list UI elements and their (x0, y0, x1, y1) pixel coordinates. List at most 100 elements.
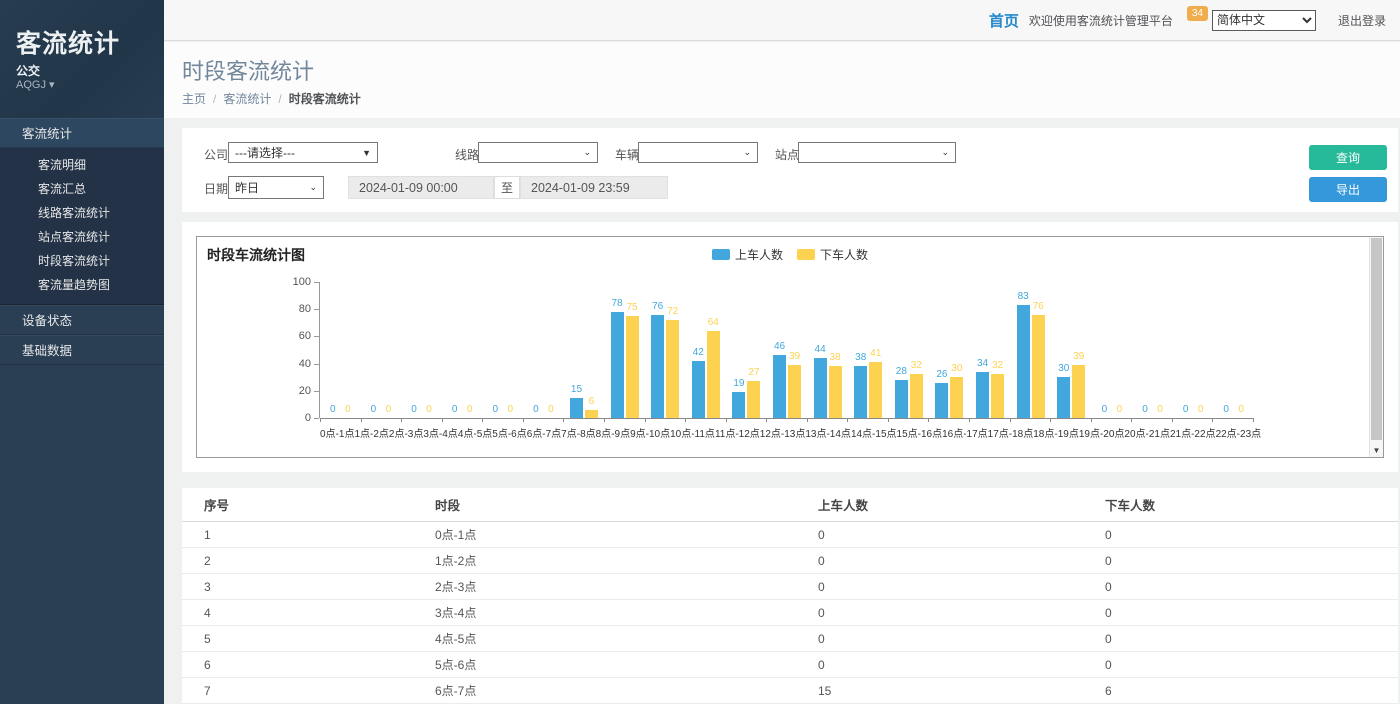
chart-bar[interactable]: 78 (611, 312, 624, 418)
page-title: 时段客流统计 (182, 54, 314, 86)
sidebar-subitem[interactable]: 时段客流统计 (0, 249, 164, 273)
table-cell: 6点-7点 (435, 682, 818, 699)
chart-bar[interactable]: 6 (585, 410, 598, 418)
chart-bar[interactable]: 32 (910, 374, 923, 418)
chart-bar[interactable]: 15 (570, 398, 583, 418)
chart-bar[interactable]: 39 (1072, 365, 1085, 418)
chart-bar[interactable]: 72 (666, 320, 679, 418)
bar-value-label: 75 (627, 302, 638, 313)
table-row[interactable]: 10点-1点00 (182, 522, 1398, 548)
scrollbar-thumb[interactable] (1371, 238, 1382, 440)
table-row[interactable]: 54点-5点00 (182, 626, 1398, 652)
chart-bar[interactable]: 64 (707, 331, 720, 418)
table-cell: 0 (1105, 554, 1398, 568)
sidebar-item[interactable]: 设备状态 (0, 305, 164, 335)
breadcrumb-item[interactable]: 时段客流统计 (289, 92, 361, 106)
bar-value-label: 0 (1157, 404, 1163, 415)
chevron-down-icon: ⌄ (941, 147, 949, 158)
brand-area: 客流统计 公交 AQGJ ▾ (0, 0, 164, 118)
chart-bar[interactable]: 26 (935, 383, 948, 418)
search-button[interactable]: 查询 (1309, 145, 1387, 170)
x-axis-label: 21点-22点 (1170, 425, 1216, 440)
table-cell: 1点-2点 (435, 552, 818, 569)
chart-bar[interactable]: 42 (692, 361, 705, 418)
breadcrumb-item[interactable]: 客流统计 (223, 92, 271, 106)
scrollbar-down-arrow-icon[interactable]: ▼ (1370, 443, 1383, 457)
date-from-input[interactable]: 2024-01-09 00:00 (348, 176, 494, 199)
sidebar-item[interactable]: 客流统计 (0, 118, 164, 148)
app-title: 客流统计 (16, 24, 120, 60)
station-select[interactable]: ⌄ (798, 142, 956, 163)
chart-category: 156 (564, 282, 605, 418)
chart-bar[interactable]: 38 (829, 366, 842, 418)
x-axis-label: 5点-6点 (492, 425, 526, 440)
x-axis-label: 6点-7点 (527, 425, 561, 440)
breadcrumb-item[interactable]: 主页 (182, 92, 206, 106)
caret-down-icon: ▼ (362, 148, 371, 158)
bar-value-label: 6 (589, 396, 595, 407)
table-row[interactable]: 65点-6点00 (182, 652, 1398, 678)
table-cell: 5 (204, 632, 435, 646)
chart-bar[interactable]: 46 (773, 355, 786, 418)
bar-value-label: 28 (896, 366, 907, 377)
table-row[interactable]: 43点-4点00 (182, 600, 1398, 626)
x-axis-label: 8点-9点 (596, 425, 630, 440)
chart-category: 3039 (1051, 282, 1092, 418)
sidebar-subitem[interactable]: 客流汇总 (0, 177, 164, 201)
chart-bar[interactable]: 19 (732, 392, 745, 418)
topbar: 首页 欢迎使用客流统计管理平台 34 简体中文 退出登录 (164, 0, 1400, 41)
chart-bar[interactable]: 30 (950, 377, 963, 418)
vehicle-select[interactable]: ⌄ (638, 142, 758, 163)
company-select[interactable]: ---请选择--- ▼ (228, 142, 378, 163)
line-select[interactable]: ⌄ (478, 142, 598, 163)
date-to-input[interactable]: 2024-01-09 23:59 (520, 176, 668, 199)
chart-bar[interactable]: 34 (976, 372, 989, 418)
language-select[interactable]: 简体中文 (1212, 10, 1316, 31)
sidebar-subitem[interactable]: 线路客流统计 (0, 201, 164, 225)
table-cell: 5点-6点 (435, 656, 818, 673)
chart-scrollbar[interactable]: ▼ (1369, 237, 1383, 457)
bar-value-label: 64 (708, 317, 719, 328)
table-row[interactable]: 32点-3点00 (182, 574, 1398, 600)
bar-value-label: 41 (870, 348, 881, 359)
chart-category: 00 (401, 282, 442, 418)
date-preset-select[interactable]: 昨日 ⌄ (228, 176, 324, 199)
chart-bar[interactable]: 28 (895, 380, 908, 418)
breadcrumb-separator: / (213, 92, 216, 106)
table-header-row: 序号时段上车人数下车人数 (182, 488, 1398, 522)
x-axis-label: 17点-18点 (988, 425, 1034, 440)
table-cell: 0 (1105, 606, 1398, 620)
chart-bar[interactable]: 38 (854, 366, 867, 418)
chart-bar[interactable]: 30 (1057, 377, 1070, 418)
bar-value-label: 76 (652, 301, 663, 312)
chart-bar[interactable]: 83 (1017, 305, 1030, 418)
table-row[interactable]: 21点-2点00 (182, 548, 1398, 574)
user-dropdown[interactable]: AQGJ ▾ (16, 78, 55, 91)
sidebar-subitem[interactable]: 站点客流统计 (0, 225, 164, 249)
sidebar-item[interactable]: 基础数据 (0, 335, 164, 365)
table-cell: 0 (1105, 658, 1398, 672)
chart-bar[interactable]: 32 (991, 374, 1004, 418)
table-row[interactable]: 76点-7点156 (182, 678, 1398, 704)
breadcrumb-separator: / (278, 92, 281, 106)
logout-link[interactable]: 退出登录 (1338, 12, 1386, 29)
chart-bar[interactable]: 41 (869, 362, 882, 418)
x-tick (483, 419, 524, 422)
table-cell: 4 (204, 606, 435, 620)
notification-badge[interactable]: 34 (1187, 6, 1208, 21)
home-link[interactable]: 首页 (989, 10, 1019, 31)
chart-category: 00 (1092, 282, 1133, 418)
sidebar-subitem[interactable]: 客流量趋势图 (0, 273, 164, 297)
chart-category: 4264 (685, 282, 726, 418)
export-button[interactable]: 导出 (1309, 177, 1387, 202)
chart-bar[interactable]: 76 (651, 315, 664, 418)
chart-bar[interactable]: 75 (626, 316, 639, 418)
chart-bar[interactable]: 27 (747, 381, 760, 418)
bar-value-label: 0 (1102, 404, 1108, 415)
table-cell: 6 (1105, 684, 1398, 698)
sidebar-subitem[interactable]: 客流明细 (0, 153, 164, 177)
chart-bar[interactable]: 76 (1032, 315, 1045, 418)
chart-bar[interactable]: 39 (788, 365, 801, 418)
chart-category: 00 (320, 282, 361, 418)
chart-bar[interactable]: 44 (814, 358, 827, 418)
